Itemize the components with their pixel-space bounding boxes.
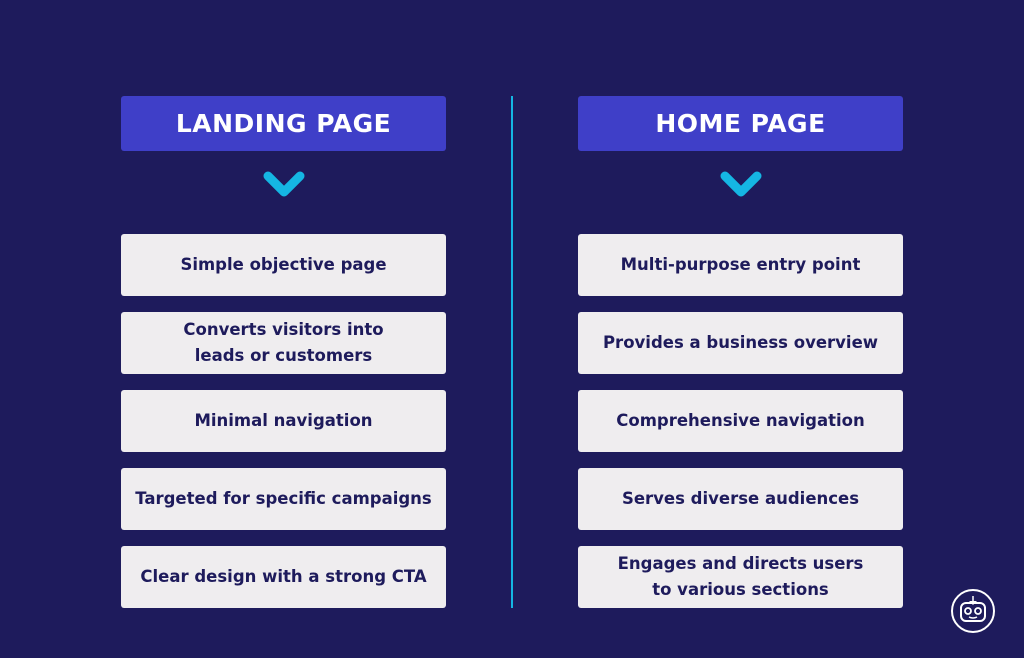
home-item: Engages and directs users to various sec… bbox=[578, 546, 903, 608]
landing-item: Simple objective page bbox=[121, 234, 446, 296]
robot-logo-icon bbox=[951, 589, 995, 633]
home-item: Multi-purpose entry point bbox=[578, 234, 903, 296]
home-page-header: HOME PAGE bbox=[578, 96, 903, 151]
chevron-down-icon bbox=[263, 171, 304, 197]
landing-item: Clear design with a strong CTA bbox=[121, 546, 446, 608]
home-page-column: HOME PAGE Multi-purpose entry point Prov… bbox=[578, 96, 903, 608]
landing-item: Targeted for specific campaigns bbox=[121, 468, 446, 530]
landing-page-column: LANDING PAGE Simple objective page Conve… bbox=[121, 96, 446, 608]
landing-item: Minimal navigation bbox=[121, 390, 446, 452]
landing-page-header: LANDING PAGE bbox=[121, 96, 446, 151]
home-item: Provides a business overview bbox=[578, 312, 903, 374]
chevron-down-icon bbox=[720, 171, 761, 197]
home-item: Comprehensive navigation bbox=[578, 390, 903, 452]
column-divider bbox=[511, 96, 513, 608]
home-item: Serves diverse audiences bbox=[578, 468, 903, 530]
landing-item: Converts visitors into leads or customer… bbox=[121, 312, 446, 374]
